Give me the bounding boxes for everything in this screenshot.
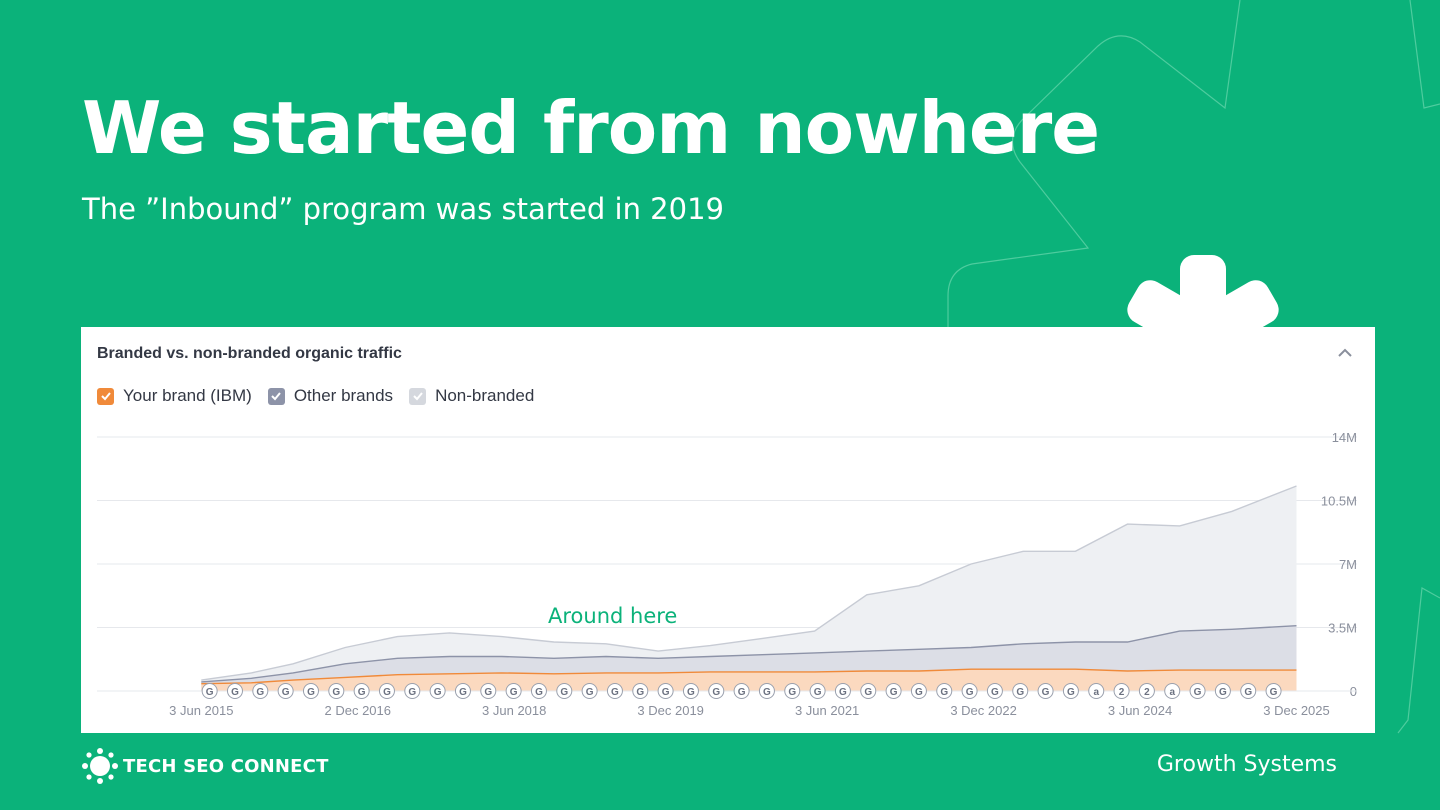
event-marker-label: G bbox=[1270, 687, 1278, 698]
event-marker-label: G bbox=[1244, 687, 1252, 698]
event-marker-label: G bbox=[307, 687, 315, 698]
event-marker-label: G bbox=[940, 687, 948, 698]
slide-title: We started from nowhere bbox=[82, 86, 1100, 170]
event-marker-label: G bbox=[712, 687, 720, 698]
event-marker-label: G bbox=[1194, 687, 1202, 698]
event-marker-label: G bbox=[1219, 687, 1227, 698]
event-marker-label: G bbox=[560, 687, 568, 698]
event-marker-label: G bbox=[282, 687, 290, 698]
event-marker-label: G bbox=[966, 687, 974, 698]
annotation-around-here: Around here bbox=[548, 604, 678, 628]
event-marker-label: G bbox=[814, 687, 822, 698]
event-marker-label: G bbox=[332, 687, 340, 698]
x-tick-label: 3 Jun 2015 bbox=[169, 703, 233, 718]
event-marker-label: G bbox=[662, 687, 670, 698]
event-marker-label: G bbox=[763, 687, 771, 698]
event-marker-label: G bbox=[738, 687, 746, 698]
event-marker-label: G bbox=[586, 687, 594, 698]
event-marker-label: G bbox=[459, 687, 467, 698]
logo-burst-icon bbox=[82, 748, 118, 784]
event-marker-label: G bbox=[636, 687, 644, 698]
y-tick-label: 7M bbox=[1339, 557, 1357, 572]
event-marker-label: G bbox=[1067, 687, 1075, 698]
event-marker-label: G bbox=[611, 687, 619, 698]
event-marker-label: G bbox=[535, 687, 543, 698]
slide-subtitle: The ”Inbound” program was started in 201… bbox=[82, 192, 724, 226]
tech-seo-connect-logo: TECH SEO CONNECT bbox=[81, 747, 329, 785]
x-tick-label: 3 Dec 2019 bbox=[637, 703, 704, 718]
event-marker-label: G bbox=[1016, 687, 1024, 698]
event-marker-label: 2 bbox=[1119, 687, 1125, 698]
event-marker-label: G bbox=[864, 687, 872, 698]
event-marker-label: G bbox=[358, 687, 366, 698]
y-tick-label: 14M bbox=[1332, 430, 1357, 445]
x-tick-label: 3 Jun 2021 bbox=[795, 703, 859, 718]
event-marker-label: a bbox=[1169, 687, 1175, 698]
event-marker-label: G bbox=[890, 687, 898, 698]
event-marker-label: G bbox=[231, 687, 239, 698]
x-tick-label: 2 Dec 2016 bbox=[325, 703, 392, 718]
event-marker-label: G bbox=[434, 687, 442, 698]
event-marker-label: G bbox=[991, 687, 999, 698]
event-marker-label: G bbox=[915, 687, 923, 698]
event-marker-label: G bbox=[839, 687, 847, 698]
traffic-area-chart: 03.5M7M10.5M14M3 Jun 20152 Dec 20163 Jun… bbox=[97, 430, 1357, 718]
y-tick-label: 10.5M bbox=[1321, 494, 1357, 509]
footer-growth-systems: Growth Systems bbox=[1156, 752, 1337, 777]
event-marker-label: G bbox=[383, 687, 391, 698]
chart-card: Branded vs. non-branded organic traffic … bbox=[81, 327, 1375, 733]
event-marker-label: G bbox=[510, 687, 518, 698]
event-marker-label: G bbox=[788, 687, 796, 698]
event-marker-label: G bbox=[408, 687, 416, 698]
y-tick-label: 3.5M bbox=[1328, 621, 1357, 636]
x-tick-label: 3 Jun 2018 bbox=[482, 703, 546, 718]
x-tick-label: 3 Jun 2024 bbox=[1108, 703, 1172, 718]
x-tick-label: 3 Dec 2025 bbox=[1263, 703, 1330, 718]
event-marker-label: 2 bbox=[1144, 687, 1150, 698]
event-marker-label: G bbox=[1042, 687, 1050, 698]
event-marker-label: a bbox=[1093, 687, 1099, 698]
x-tick-label: 3 Dec 2022 bbox=[950, 703, 1017, 718]
event-marker-label: G bbox=[484, 687, 492, 698]
logo-text: TECH SEO CONNECT bbox=[123, 755, 329, 777]
event-marker-label: G bbox=[206, 687, 214, 698]
event-marker-label: G bbox=[256, 687, 264, 698]
event-marker-label: G bbox=[687, 687, 695, 698]
